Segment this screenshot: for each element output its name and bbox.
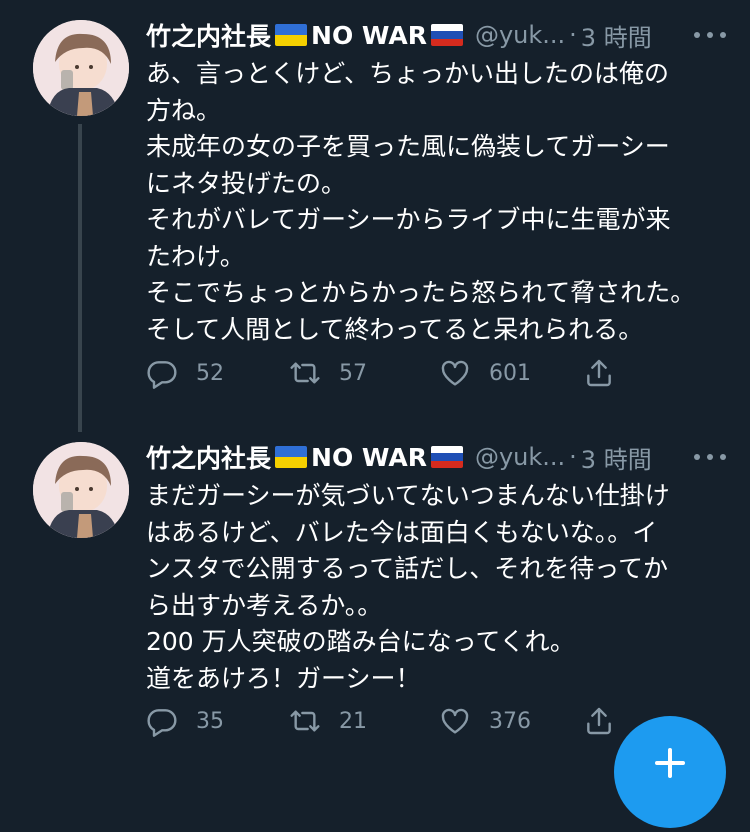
retweet-button[interactable]: 21 — [289, 701, 367, 741]
tweet-text-line: それがバレてガーシーからライブ中に生電が来 — [146, 205, 671, 234]
compose-button[interactable] — [614, 716, 726, 828]
user-name[interactable]: 竹之内社長 NO WAR — [146, 439, 467, 475]
like-count: 601 — [489, 360, 531, 386]
reply-button[interactable]: 52 — [146, 353, 224, 393]
avatar[interactable] — [33, 442, 129, 538]
reply-count: 52 — [196, 360, 224, 386]
heart-icon — [441, 708, 469, 734]
tweet-text: まだガーシーが気づいてないつまんない仕掛け はあるけど、バレた今は面白くもないな… — [146, 478, 726, 697]
retweet-button[interactable]: 57 — [289, 353, 367, 393]
tweet-text-line: 200 万人突破の踏み台になってくれ。 — [146, 627, 575, 656]
separator: · — [569, 21, 577, 49]
ukraine-flag-icon — [275, 446, 308, 468]
retweet-icon — [290, 362, 320, 384]
timestamp[interactable]: 3 時間 — [581, 18, 652, 53]
timestamp[interactable]: 3 時間 — [581, 440, 652, 475]
more-icon[interactable] — [690, 21, 730, 49]
compose-icon — [655, 748, 685, 778]
reply-count: 35 — [196, 708, 224, 734]
tweet-text-line: そして人間として終わってると呆れられる。 — [146, 314, 644, 344]
tweet-header: 竹之内社長 NO WAR @yuk... · 3 時間 — [146, 439, 730, 475]
avatar-illustration — [33, 442, 129, 538]
tweet-text-line: ら出すか考えるか。。 — [146, 590, 383, 620]
share-icon — [587, 359, 611, 387]
user-handle[interactable]: @yuk... — [475, 21, 565, 49]
tweet-text-line: あ、言っとくけど、ちょっかい出したのは俺の — [146, 59, 670, 88]
tweet-text-line: ンスタで公開するって話だし、それを待ってか — [146, 554, 669, 583]
tweet-text-line: まだガーシーが気づいてないつまんない仕掛け — [146, 481, 670, 510]
like-button[interactable]: 601 — [439, 353, 531, 393]
share-button[interactable] — [583, 701, 615, 741]
tweet-actions: 52 57 601 — [146, 353, 646, 393]
tweet-text-line: そこでちょっとからかったら怒られて脅された。 — [146, 278, 696, 307]
ukraine-flag-icon — [275, 24, 308, 46]
user-name[interactable]: 竹之内社長 NO WAR — [146, 17, 467, 53]
retweet-icon — [290, 710, 320, 732]
like-button[interactable]: 376 — [439, 701, 531, 741]
heart-icon — [441, 360, 469, 386]
tweet[interactable]: 竹之内社長 NO WAR @yuk... · 3 時間 あ、言っとくけど、ちょっ… — [0, 0, 750, 432]
tweet-text-line: 道をあけろ！ガーシー！ — [146, 663, 421, 693]
retweet-count: 21 — [339, 708, 367, 734]
tweet-text: あ、言っとくけど、ちょっかい出したのは俺の 方ね。 未成年の女の子を買った風に偽… — [146, 56, 726, 348]
retweet-count: 57 — [339, 360, 367, 386]
tweet[interactable]: 竹之内社長 NO WAR @yuk... · 3 時間 まだガーシーが気づいてな… — [0, 425, 750, 765]
tweet-text-line: 方ね。 — [146, 95, 222, 125]
like-count: 376 — [489, 708, 531, 734]
tweet-text-line: 未成年の女の子を買った風に偽装してガーシー — [146, 132, 670, 161]
more-icon[interactable] — [690, 443, 730, 471]
thread-line — [78, 124, 82, 432]
russia-flag-icon — [430, 24, 463, 46]
russia-flag-icon — [430, 446, 463, 468]
tweet-header: 竹之内社長 NO WAR @yuk... · 3 時間 — [146, 17, 730, 53]
share-icon — [587, 707, 611, 735]
reply-icon — [147, 709, 177, 737]
avatar-illustration — [33, 20, 129, 116]
share-button[interactable] — [583, 353, 615, 393]
reply-button[interactable]: 35 — [146, 701, 224, 741]
user-handle[interactable]: @yuk... — [475, 443, 565, 471]
separator: · — [569, 443, 577, 471]
reply-icon — [147, 361, 177, 389]
avatar[interactable] — [33, 20, 129, 116]
tweet-text-line: たわけ。 — [146, 241, 245, 271]
tweet-text-line: はあるけど、バレた今は面白くもないな。。イ — [146, 517, 658, 547]
tweet-text-line: にネタ投げたの。 — [146, 168, 347, 198]
tweet-actions: 35 21 376 — [146, 701, 646, 741]
